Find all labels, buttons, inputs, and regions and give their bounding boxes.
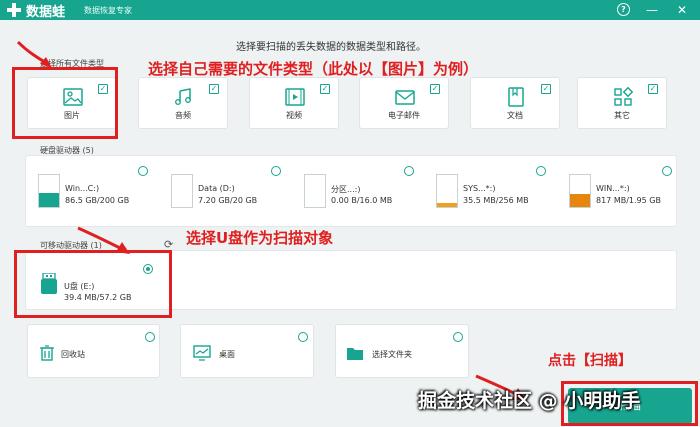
location-radio[interactable] [145, 332, 155, 342]
hard-drive-icon [304, 174, 326, 208]
hard-drive-icon [171, 174, 193, 208]
folder-icon [347, 348, 363, 360]
drive-size: 817 MB/1.95 GB [596, 196, 661, 205]
annotation-file-type: 选择自己需要的文件类型（此处以【图片】为例） [148, 60, 479, 78]
location-choose-folder[interactable]: 选择文件夹 [335, 324, 469, 378]
drive-size: 0.00 B/16.0 MB [331, 196, 393, 205]
drive-name: Data (D:) [198, 184, 235, 193]
drive-name: 分区...:) [331, 185, 361, 194]
annotation-scan: 点击【扫描】 [548, 353, 632, 369]
checkbox-checked-icon[interactable]: ✓ [430, 84, 440, 94]
file-type-email[interactable]: ✓ 电子邮件 [359, 77, 449, 129]
highlight-box [12, 67, 118, 139]
close-icon[interactable]: ✕ [674, 2, 690, 18]
location-label: 选择文件夹 [372, 350, 412, 359]
location-radio[interactable] [453, 332, 463, 342]
file-type-label: 文档 [507, 111, 523, 120]
drive-name: WIN...*:) [596, 184, 630, 193]
watermark-text: 掘金技术社区 @ 小明助手 [418, 390, 641, 412]
checkbox-checked-icon[interactable]: ✓ [541, 84, 551, 94]
drive-item[interactable]: SYS...*:) 35.5 MB/256 MB [436, 170, 564, 212]
highlight-box [14, 250, 172, 318]
hard-drive-icon [569, 174, 591, 208]
drive-size: 7.20 GB/20 GB [198, 196, 258, 205]
desktop-icon [193, 345, 211, 361]
file-type-video[interactable]: ✓ 视频 [249, 77, 339, 129]
drive-radio[interactable] [138, 166, 148, 176]
file-type-label: 电子邮件 [388, 111, 420, 120]
drive-item[interactable]: Data (D:) 7.20 GB/20 GB [171, 170, 299, 212]
file-type-label: 音频 [175, 111, 191, 120]
checkbox-checked-icon[interactable]: ✓ [209, 84, 219, 94]
file-type-audio[interactable]: ✓ 音频 [138, 77, 228, 129]
drive-item[interactable]: Win...C:) 86.5 GB/200 GB [38, 170, 166, 212]
drive-item[interactable]: 分区...:) 0.00 B/16.0 MB [304, 170, 432, 212]
title-bar: 数据蛙 数据恢复专家 ? — ✕ [0, 0, 700, 20]
location-label: 回收站 [61, 350, 85, 359]
music-icon [175, 88, 191, 105]
drive-size: 86.5 GB/200 GB [65, 196, 130, 205]
email-icon [395, 90, 415, 105]
recycle-bin-icon [40, 345, 54, 361]
hard-drive-icon [436, 174, 458, 208]
file-type-label: 视频 [286, 111, 302, 120]
checkbox-checked-icon[interactable]: ✓ [648, 84, 658, 94]
file-type-label: 其它 [614, 111, 630, 120]
drive-name: SYS...*:) [463, 184, 496, 193]
location-recycle-bin[interactable]: 回收站 [27, 324, 160, 378]
document-icon [508, 87, 524, 107]
file-type-document[interactable]: ✓ 文档 [470, 77, 560, 129]
help-icon[interactable]: ? [617, 3, 630, 16]
location-label: 桌面 [219, 350, 235, 359]
drive-size: 35.5 MB/256 MB [463, 196, 529, 205]
instruction-text: 选择要扫描的丢失数据的数据类型和路径。 [236, 42, 426, 53]
location-desktop[interactable]: 桌面 [180, 324, 314, 378]
annotation-usb: 选择U盘作为扫描对象 [186, 229, 334, 247]
video-icon [285, 88, 305, 106]
app-subtitle: 数据恢复专家 [84, 6, 132, 15]
minimize-icon[interactable]: — [644, 2, 660, 18]
logo-icon [7, 3, 21, 17]
app-name: 数据蛙 [26, 5, 66, 20]
other-icon [614, 86, 634, 106]
drive-radio[interactable] [662, 166, 672, 176]
hard-drives-panel: Win...C:) 86.5 GB/200 GB Data (D:) 7.20 … [25, 155, 677, 227]
hard-drive-icon [38, 174, 60, 208]
location-radio[interactable] [298, 332, 308, 342]
drive-radio[interactable] [536, 166, 546, 176]
checkbox-checked-icon[interactable]: ✓ [320, 84, 330, 94]
drive-radio[interactable] [271, 166, 281, 176]
file-type-other[interactable]: ✓ 其它 [577, 77, 667, 129]
drive-radio[interactable] [404, 166, 414, 176]
drive-item[interactable]: WIN...*:) 817 MB/1.95 GB [569, 170, 697, 212]
drive-name: Win...C:) [65, 184, 100, 193]
